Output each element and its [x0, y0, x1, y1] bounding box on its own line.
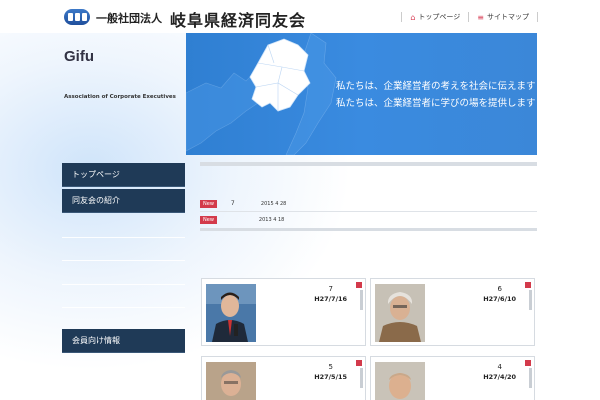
sidebar-divider: [62, 307, 185, 308]
banner-map: 私たちは、企業経営者の考えを社会に伝えます 私たちは、企業経営者に学びの場を提供…: [186, 33, 537, 155]
top-link-sitemap[interactable]: ≡ サイトマップ: [468, 12, 538, 22]
news-date: 2015 4 28: [260, 200, 287, 207]
header: 一般社団法人 岐阜県経済同友会 ⌂ トップページ ≡ サイトマップ: [0, 0, 600, 33]
speaker-photo: [206, 362, 256, 400]
new-flag-icon: [525, 360, 531, 366]
sidebar-item-intro[interactable]: 同友会の紹介: [62, 189, 185, 213]
scrollbar[interactable]: [360, 290, 363, 310]
page: 一般社団法人 岐阜県経済同友会 ⌂ トップページ ≡ サイトマップ Gifu A…: [0, 0, 600, 400]
top-link-home-label: トップページ: [418, 13, 461, 21]
separator-bar: [200, 162, 537, 166]
news-item[interactable]: New 7 2015 4 28: [200, 196, 537, 212]
org-name[interactable]: 岐阜県経済同友会: [170, 7, 306, 31]
sidebar-divider: [62, 284, 185, 285]
card-date: H27/5/15: [314, 373, 347, 381]
sidebar-divider: [62, 260, 185, 261]
top-link-sitemap-label: サイトマップ: [487, 13, 529, 21]
report-card[interactable]: 6 H27/6/10: [370, 278, 535, 346]
report-card[interactable]: 4 H27/4/20: [370, 356, 535, 400]
speaker-photo: [375, 362, 425, 400]
news-item[interactable]: New 2013 4 18: [200, 212, 537, 228]
news-date: 2013 4 18: [258, 217, 285, 223]
tagline-1: 私たちは、企業経営者の考えを社会に伝えます: [336, 81, 536, 92]
news-bottom-bar: [200, 228, 537, 231]
report-card[interactable]: 5 H27/5/15: [201, 356, 366, 400]
top-link-home[interactable]: ⌂ トップページ: [401, 12, 468, 22]
card-date: H27/4/20: [483, 373, 516, 381]
sitemap-icon: ≡: [477, 12, 484, 22]
card-number: 5: [328, 363, 333, 371]
card-number: 4: [497, 363, 502, 371]
scrollbar[interactable]: [360, 368, 363, 388]
card-date: H27/7/16: [314, 295, 347, 303]
map-graphic: [186, 33, 337, 155]
top-links: ⌂ トップページ ≡ サイトマップ: [401, 12, 538, 22]
report-card[interactable]: 7 H27/7/16: [201, 278, 366, 346]
card-number: 7: [328, 285, 333, 293]
sidebar-item-member[interactable]: 会員向け情報: [62, 329, 185, 353]
brand-subtitle: Association of Corporate Executives: [64, 94, 176, 100]
new-badge: New: [200, 216, 217, 224]
tagline-2: 私たちは、企業経営者に学びの場を提供します: [336, 98, 536, 109]
news-title[interactable]: 7: [231, 200, 261, 207]
card-date: H27/6/10: [483, 295, 516, 303]
sidebar-divider: [62, 377, 185, 378]
new-flag-icon: [356, 360, 362, 366]
new-flag-icon: [525, 282, 531, 288]
scrollbar[interactable]: [529, 290, 532, 310]
speaker-photo: [375, 284, 425, 342]
card-number: 6: [497, 285, 502, 293]
logo-icon[interactable]: [64, 9, 90, 25]
scrollbar[interactable]: [529, 368, 532, 388]
new-badge: New: [200, 199, 217, 208]
new-flag-icon: [356, 282, 362, 288]
home-icon: ⌂: [410, 12, 416, 22]
speaker-photo: [206, 284, 256, 342]
sidebar-divider: [62, 237, 185, 238]
brand-title: Gifu: [64, 48, 94, 65]
org-type: 一般社団法人: [96, 12, 162, 25]
sidebar-item-top[interactable]: トップページ: [62, 163, 185, 187]
